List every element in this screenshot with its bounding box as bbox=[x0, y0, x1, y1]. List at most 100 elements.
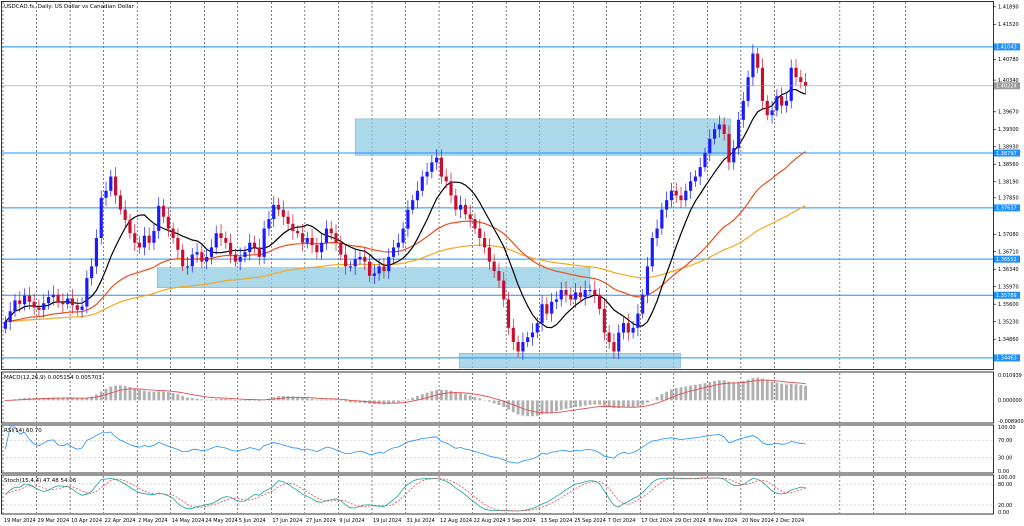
x-tick-label: 31 Jul 2024 bbox=[407, 518, 435, 524]
macd-histogram-bar bbox=[166, 392, 170, 401]
macd-histogram-bar bbox=[325, 399, 328, 401]
macd-histogram-bar bbox=[717, 380, 721, 401]
x-tick-label: 7 Oct 2024 bbox=[608, 518, 636, 524]
y-tick-label: 1.35230 bbox=[998, 319, 1019, 325]
candle-body bbox=[391, 247, 396, 257]
candle-body bbox=[367, 261, 372, 276]
candle-body bbox=[118, 195, 122, 210]
candle-body bbox=[157, 205, 161, 231]
candle-body bbox=[276, 204, 281, 210]
y-tick-label: 1.37080 bbox=[998, 232, 1019, 238]
candle-body bbox=[511, 327, 515, 342]
price-chart[interactable]: 1.41043 1.38797 1.37637 1.36552 1.35789 1.344… bbox=[0, 0, 1024, 526]
candle-body bbox=[588, 290, 592, 291]
y-tick-label: 1.41890 bbox=[998, 5, 1019, 11]
candle-body bbox=[171, 228, 175, 238]
macd-histogram-bar bbox=[526, 400, 530, 417]
candle-body bbox=[32, 301, 36, 308]
rsi-tick-label: 70.00 bbox=[998, 438, 1012, 444]
candle-body bbox=[401, 228, 405, 243]
candle-body bbox=[655, 228, 659, 238]
stoch-label: Stoch(15,4,4) 47.48 54.06 bbox=[4, 478, 77, 484]
macd-histogram-bar bbox=[555, 400, 558, 412]
macd-histogram-bar bbox=[626, 400, 630, 408]
macd-tick-label: 0.000000 bbox=[998, 398, 1022, 404]
candle-body bbox=[708, 138, 712, 153]
candle-body bbox=[363, 256, 367, 262]
macd-histogram-bar bbox=[401, 400, 405, 402]
macd-histogram-bar bbox=[286, 396, 290, 401]
candle-body bbox=[650, 238, 654, 267]
candle-body bbox=[439, 157, 444, 177]
y-tick-label: 1.34860 bbox=[998, 337, 1019, 343]
macd-histogram-bar bbox=[233, 400, 237, 401]
macd-histogram-bar bbox=[799, 384, 803, 401]
macd-histogram-bar bbox=[487, 400, 491, 402]
current-price-label: 1.40224 bbox=[996, 84, 1017, 90]
level-price-label: 1.35789 bbox=[996, 293, 1017, 299]
candle-body bbox=[526, 337, 530, 342]
macd-histogram-bar bbox=[320, 399, 324, 401]
macd-histogram-bar bbox=[670, 389, 673, 401]
candle-body bbox=[415, 190, 420, 201]
candle-body bbox=[248, 242, 252, 253]
candle-body bbox=[219, 233, 223, 238]
candle-body bbox=[195, 252, 199, 255]
x-tick-label: 27 Jun 2024 bbox=[306, 518, 336, 524]
macd-histogram-bar bbox=[473, 396, 477, 401]
candle-body bbox=[669, 190, 674, 201]
candle-body bbox=[315, 245, 319, 253]
macd-histogram-bar bbox=[248, 400, 252, 401]
candle-body bbox=[18, 300, 22, 305]
candle-body bbox=[286, 216, 290, 224]
macd-histogram-bar bbox=[789, 384, 793, 401]
candle-body bbox=[559, 290, 563, 300]
macd-histogram-bar bbox=[761, 378, 764, 401]
candle-body bbox=[516, 342, 520, 352]
candle-body bbox=[645, 266, 650, 295]
macd-histogram-bar bbox=[138, 389, 141, 401]
candle-body bbox=[80, 306, 84, 310]
candle-body bbox=[574, 292, 578, 300]
macd-histogram-bar bbox=[741, 381, 745, 401]
candle-body bbox=[502, 280, 506, 300]
candle-body bbox=[626, 323, 630, 333]
x-tick-label: 20 Nov 2024 bbox=[742, 518, 774, 524]
candle-body bbox=[387, 256, 391, 272]
candle-body bbox=[468, 214, 472, 220]
candle-body bbox=[344, 254, 348, 267]
candle-body bbox=[152, 230, 156, 243]
candle-body bbox=[775, 96, 779, 111]
candle-body bbox=[760, 67, 765, 101]
macd-histogram-bar bbox=[564, 400, 568, 409]
macd-histogram-bar bbox=[550, 400, 554, 413]
macd-histogram-bar bbox=[243, 400, 247, 401]
macd-histogram-bar bbox=[339, 400, 343, 401]
candle-body bbox=[396, 242, 400, 248]
candle-body bbox=[506, 299, 511, 328]
macd-histogram-bar bbox=[205, 399, 209, 401]
y-tick-label: 1.40340 bbox=[998, 78, 1019, 84]
candle-body bbox=[324, 228, 329, 243]
y-tick-label: 1.35600 bbox=[998, 302, 1019, 308]
candle-body bbox=[209, 247, 214, 257]
macd-histogram-bar bbox=[583, 400, 587, 406]
candle-body bbox=[540, 304, 544, 324]
macd-histogram-bar bbox=[440, 389, 443, 401]
macd-histogram-bar bbox=[569, 400, 573, 408]
candle-body bbox=[161, 205, 166, 217]
candle-body bbox=[454, 195, 458, 210]
macd-histogram-bar bbox=[770, 381, 774, 401]
macd-histogram-bar bbox=[310, 398, 314, 401]
candle-body bbox=[674, 190, 678, 196]
macd-histogram-bar bbox=[483, 399, 486, 401]
macd-histogram-bar bbox=[301, 397, 304, 401]
macd-histogram-bar bbox=[646, 400, 649, 403]
macd-histogram-bar bbox=[334, 399, 338, 401]
candle-body bbox=[621, 323, 626, 333]
candle-body bbox=[521, 342, 525, 352]
macd-histogram-bar bbox=[162, 391, 165, 401]
candle-body bbox=[147, 235, 151, 243]
macd-histogram-bar bbox=[574, 400, 578, 408]
macd-histogram-bar bbox=[535, 400, 539, 416]
